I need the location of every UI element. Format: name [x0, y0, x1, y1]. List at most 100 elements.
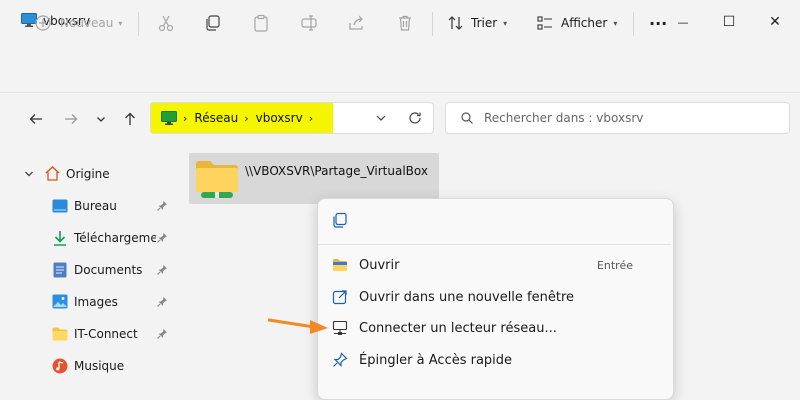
back-button[interactable] — [25, 108, 47, 130]
music-icon — [52, 358, 68, 374]
folder-icon — [52, 327, 68, 341]
copy-icon — [333, 212, 347, 228]
cut-button[interactable] — [157, 8, 175, 38]
pin-icon — [333, 352, 348, 367]
network-folder-icon — [196, 161, 238, 198]
menu-item-ouvrir[interactable]: Ouvrir Entrée — [318, 250, 671, 280]
network-drive-icon — [332, 320, 348, 335]
delete-button[interactable] — [396, 8, 414, 38]
sidebar-item-label: Images — [74, 295, 118, 309]
sidebar-item-label: Musique — [74, 359, 125, 373]
sidebar-item-it-connect[interactable]: IT-Connect — [0, 319, 178, 349]
menu-item-pin-quick-access[interactable]: Épingler à Accès rapide — [318, 345, 671, 375]
menu-item-label: Ouvrir — [359, 257, 400, 273]
recent-locations-button[interactable] — [90, 108, 112, 130]
command-bar — [0, 44, 800, 93]
sidebar-item-telechargements[interactable]: Téléchargements — [0, 223, 178, 253]
download-icon — [54, 231, 66, 246]
pin-icon — [157, 329, 167, 339]
chevron-down-icon: ▾ — [613, 18, 618, 28]
shared-folder-label: \\VBOXSVR\Partage_VirtualBox — [245, 164, 428, 178]
rename-icon — [301, 15, 317, 31]
chevron-right-icon: › — [183, 111, 188, 125]
minimize-icon: — — [677, 15, 689, 29]
address-history-button[interactable] — [375, 112, 387, 127]
share-icon — [349, 15, 363, 30]
search-placeholder: Rechercher dans : vboxsrv — [484, 111, 644, 125]
chevron-right-icon: › — [244, 111, 249, 125]
chevron-right-icon: › — [308, 111, 314, 125]
paste-icon — [254, 14, 268, 32]
chevron-down-icon — [97, 117, 105, 122]
arrow-right-icon — [65, 114, 78, 124]
breadcrumb[interactable]: › Réseau › vboxsrv › — [151, 103, 333, 133]
view-button[interactable]: Afficher ▾ — [536, 8, 617, 38]
toolbar-divider — [432, 12, 433, 36]
sort-button-label: Trier — [471, 16, 498, 30]
pin-icon — [157, 233, 167, 243]
view-button-label: Afficher — [561, 16, 608, 30]
arrow-left-icon — [29, 114, 42, 124]
sidebar-item-label: Bureau — [74, 199, 117, 213]
toolbar-divider — [138, 12, 139, 36]
sidebar-item-bureau[interactable]: Bureau — [0, 191, 178, 221]
pin-icon — [157, 265, 167, 275]
sort-button[interactable]: Trier ▾ — [447, 8, 507, 38]
menu-item-map-network-drive[interactable]: Connecter un lecteur réseau... — [318, 313, 671, 343]
pin-icon — [157, 297, 167, 307]
images-icon — [52, 294, 68, 309]
toolbar-divider — [633, 12, 634, 36]
close-icon: ✕ — [769, 14, 781, 30]
view-icon — [537, 16, 552, 30]
cut-icon — [158, 15, 174, 32]
sort-icon — [448, 16, 463, 30]
shortcut-hint: Entrée — [596, 258, 633, 272]
chevron-down-icon — [376, 115, 386, 121]
desktop-folder-icon — [52, 199, 68, 213]
search-icon — [461, 112, 473, 124]
search-input[interactable]: Rechercher dans : vboxsrv — [445, 102, 790, 134]
breadcrumb-vboxsrv[interactable]: vboxsrv — [256, 111, 303, 125]
copy-icon — [206, 15, 220, 31]
chevron-down-icon — [24, 168, 34, 182]
home-icon — [45, 165, 60, 181]
sidebar-item-label: Téléchargements — [74, 231, 156, 245]
sidebar-item-musique[interactable]: Musique — [0, 351, 178, 381]
delete-icon — [399, 15, 411, 31]
forward-button[interactable] — [60, 108, 82, 130]
paste-button[interactable] — [252, 8, 270, 38]
more-icon: ··· — [649, 13, 668, 33]
maximize-button[interactable]: ☐ — [706, 0, 752, 44]
menu-item-label: Épingler à Accès rapide — [359, 352, 513, 368]
context-copy-button[interactable] — [331, 212, 348, 232]
network-monitor-icon — [161, 111, 177, 125]
rename-button[interactable] — [300, 8, 318, 38]
context-menu-divider — [318, 244, 671, 245]
sidebar-item-images[interactable]: Images — [0, 287, 178, 317]
menu-item-label: Ouvrir dans une nouvelle fenêtre — [359, 289, 575, 305]
sidebar-item-documents[interactable]: Documents — [0, 255, 178, 285]
sidebar-item-label: IT-Connect — [74, 327, 138, 341]
breadcrumb-reseau[interactable]: Réseau — [194, 111, 238, 125]
documents-icon — [53, 262, 67, 278]
chevron-down-icon: ▾ — [118, 18, 123, 28]
open-folder-icon — [333, 259, 347, 271]
maximize-icon: ☐ — [722, 14, 736, 30]
refresh-button[interactable] — [408, 111, 422, 128]
refresh-icon — [409, 112, 421, 124]
close-button[interactable]: ✕ — [752, 0, 798, 44]
new-window-icon — [332, 290, 347, 305]
copy-button[interactable] — [204, 8, 222, 38]
menu-item-label: Connecter un lecteur réseau... — [359, 320, 557, 336]
new-button-label: Nouveau — [60, 16, 114, 30]
plus-circle-icon — [35, 15, 51, 31]
up-button[interactable] — [119, 108, 141, 130]
sidebar-item-origine[interactable]: Origine — [0, 159, 178, 189]
sidebar-item-label: Documents — [74, 263, 143, 277]
arrow-up-icon — [125, 112, 135, 125]
new-button[interactable]: Nouveau ▾ — [35, 8, 122, 38]
share-button[interactable] — [347, 8, 365, 38]
more-options-button[interactable]: ··· — [649, 8, 667, 38]
menu-item-new-window[interactable]: Ouvrir dans une nouvelle fenêtre — [318, 282, 671, 312]
chevron-down-icon: ▾ — [503, 18, 508, 28]
